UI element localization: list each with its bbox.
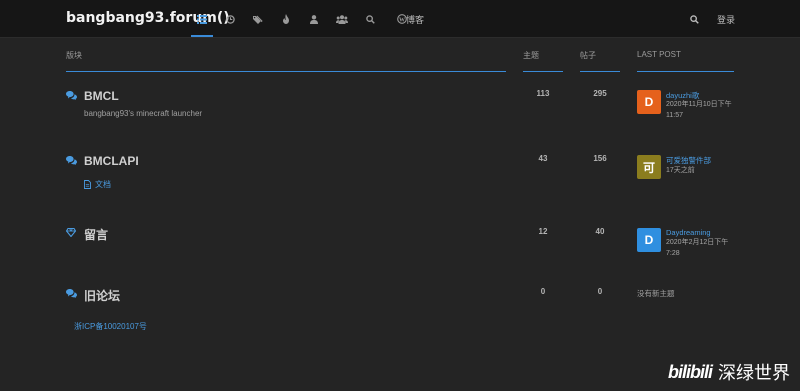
diamond-icon	[66, 228, 76, 237]
bilibili-logo: bilibili	[668, 361, 713, 382]
search-icon[interactable]	[683, 10, 705, 28]
category-title[interactable]: BMCLAPI	[84, 154, 139, 168]
posts-count: 156	[593, 154, 607, 163]
posts-count: 295	[593, 89, 607, 98]
last-post-time[interactable]: 17天之前	[666, 165, 738, 176]
search-icon[interactable]	[359, 10, 381, 28]
bilibili-watermark: bilibili 深绿世界	[668, 359, 790, 385]
category-description: bangbang93's minecraft launcher	[84, 109, 203, 118]
topics-count: 43	[538, 154, 548, 163]
tags-icon[interactable]	[247, 10, 269, 28]
posts-count: 0	[597, 287, 603, 296]
posts-count: 40	[595, 227, 605, 236]
login-button[interactable]: 登录	[717, 13, 735, 26]
file-icon	[84, 180, 91, 189]
avatar[interactable]: 可	[637, 155, 661, 179]
fire-icon[interactable]	[275, 10, 297, 28]
header-divider	[523, 71, 563, 72]
subcategory-label: 文档	[95, 180, 111, 189]
category-title[interactable]: 旧论坛	[84, 287, 120, 304]
column-header-topics: 主题	[523, 51, 539, 60]
column-header-last-post: LAST POST	[637, 50, 681, 59]
user-icon[interactable]	[303, 10, 325, 28]
header-divider	[580, 71, 620, 72]
subcategory-link[interactable]: 文档	[84, 179, 111, 190]
icp-link[interactable]: 浙ICP备10020107号	[74, 321, 147, 332]
active-tab-indicator	[191, 35, 213, 37]
column-header-posts: 帖子	[580, 51, 596, 60]
category-title[interactable]: 留言	[84, 226, 108, 243]
avatar[interactable]: D	[637, 228, 661, 252]
last-post-user[interactable]: Daydreaming	[666, 228, 711, 237]
last-post-time[interactable]: 2020年11月10日下午 11:57	[666, 99, 738, 121]
top-navbar: bangbang93.forum() W 博客 登录	[0, 0, 800, 38]
blog-link[interactable]: 博客	[406, 13, 424, 26]
svg-text:W: W	[399, 17, 405, 23]
topics-count: 0	[540, 287, 546, 296]
watermark-text: 深绿世界	[718, 363, 790, 383]
list-icon[interactable]	[191, 10, 213, 28]
clock-icon[interactable]	[219, 10, 241, 28]
header-divider	[637, 71, 734, 72]
comments-icon	[66, 91, 77, 100]
users-icon[interactable]	[331, 10, 353, 28]
comments-icon	[66, 156, 77, 165]
topics-count: 113	[536, 89, 550, 98]
header-divider	[66, 71, 506, 72]
category-title[interactable]: BMCL	[84, 89, 119, 103]
last-post-none: 没有新主题	[637, 289, 675, 298]
comments-icon	[66, 289, 77, 298]
avatar[interactable]: D	[637, 90, 661, 114]
last-post-time[interactable]: 2020年2月12日下午 7:28	[666, 237, 738, 259]
topics-count: 12	[538, 227, 548, 236]
column-header-category: 版块	[66, 51, 82, 60]
